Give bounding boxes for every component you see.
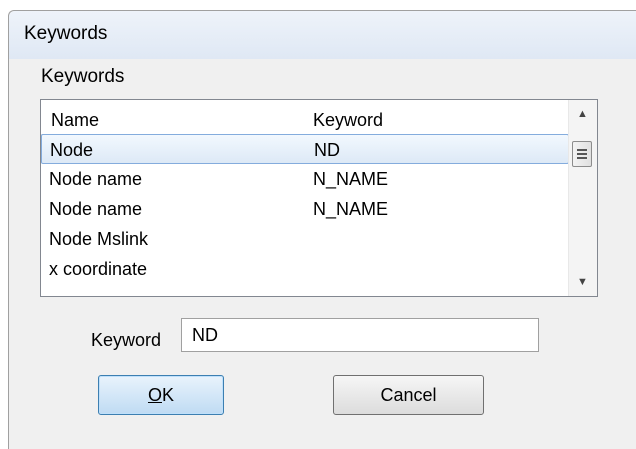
list-row[interactable]: Node name N_NAME [41, 164, 569, 194]
row-keyword: N_NAME [313, 199, 389, 219]
row-name: Node name [49, 199, 143, 219]
list-header: Name Keyword [41, 100, 569, 135]
scroll-up-button[interactable]: ▲ [569, 100, 596, 128]
row-keyword: ND [314, 140, 340, 160]
triangle-up-icon: ▲ [577, 108, 588, 120]
grip-line [577, 157, 587, 159]
row-keyword: N_NAME [313, 169, 389, 189]
row-name: Node name [49, 169, 143, 189]
keywords-list[interactable]: Name Keyword Node ND Node name N_NAME No… [40, 99, 598, 297]
row-name: Node Mslink [49, 229, 149, 249]
list-row-selected[interactable]: Node ND [41, 134, 569, 164]
ok-button[interactable]: OK [98, 375, 224, 415]
ok-label-rest: K [162, 384, 175, 405]
row-name: Node [50, 140, 94, 160]
keywords-dialog: Keywords Keywords Name Keyword Node ND N… [8, 10, 636, 449]
scroll-down-button[interactable]: ▼ [569, 268, 596, 296]
triangle-down-icon: ▼ [577, 276, 588, 288]
list-row[interactable]: Node name N_NAME [41, 194, 569, 224]
cancel-button[interactable]: Cancel [333, 375, 484, 415]
window-title: Keywords [24, 23, 108, 44]
grip-line [577, 153, 587, 155]
row-name: x coordinate [49, 259, 148, 279]
list-row[interactable]: Node Mslink [41, 224, 569, 254]
menu-keywords[interactable]: Keywords [39, 66, 126, 88]
grip-line [577, 149, 587, 151]
scroll-thumb[interactable] [572, 141, 592, 167]
menu-bar: Keywords [9, 59, 636, 99]
keyword-input[interactable] [181, 318, 539, 352]
vertical-scrollbar[interactable]: ▲ ▼ [568, 100, 597, 296]
ok-mnemonic: O [147, 384, 162, 405]
column-header-name[interactable]: Name [51, 110, 99, 131]
keyword-label: Keyword [91, 330, 162, 350]
title-bar[interactable]: Keywords [9, 11, 636, 60]
column-header-keyword[interactable]: Keyword [313, 110, 383, 131]
list-row[interactable]: x coordinate [41, 254, 569, 284]
list-rows: Node ND Node name N_NAME Node name N_NAM… [41, 134, 569, 284]
